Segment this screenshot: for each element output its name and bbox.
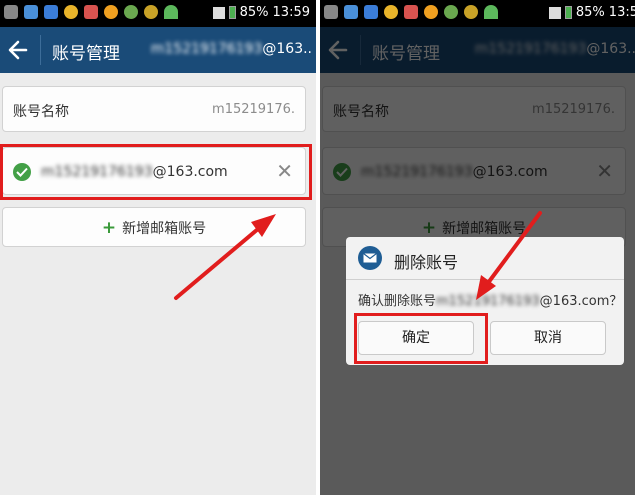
title-bar: 账号管理 m15219176193@163.. <box>0 27 316 73</box>
app-icon <box>84 5 98 19</box>
signal-icon <box>548 6 561 19</box>
clock: 13:59 <box>272 5 310 20</box>
app-icon <box>444 5 458 19</box>
plus-icon: + <box>101 218 117 238</box>
app-icon <box>384 5 398 19</box>
account-name-value: m15219176. <box>212 102 295 117</box>
status-right: 85% 13:59 <box>212 5 310 20</box>
title-account: m15219176193@163.. <box>151 41 312 57</box>
dialog-message: 确认删除账号m15219176193@163.com？ <box>358 290 622 309</box>
dialog-divider <box>346 279 624 280</box>
add-account-label: 新增邮箱账号 <box>122 221 207 237</box>
app-icon <box>104 5 118 19</box>
usb-icon <box>4 5 18 19</box>
notification-icons <box>324 5 498 19</box>
battery-icon <box>564 6 572 19</box>
add-account-content: + 新增邮箱账号 <box>3 218 305 238</box>
app-icon <box>364 5 378 19</box>
highlight-box-confirm <box>354 313 488 364</box>
status-bar: 85% 13:5 <box>320 0 635 27</box>
wifi-icon <box>484 5 498 19</box>
dialog-title: 删除账号 <box>394 253 459 272</box>
left-phone-screen: 85% 13:59 账号管理 m15219176193@163.. 账号名称 m… <box>0 0 316 495</box>
app-icon <box>124 5 138 19</box>
dialog-message-suffix: @163.com？ <box>539 294 623 309</box>
app-icon <box>464 5 478 19</box>
account-name-label: 账号名称 <box>13 104 69 120</box>
account-name-row[interactable]: 账号名称 m15219176. <box>2 86 306 132</box>
app-icon <box>64 5 78 19</box>
battery-icon <box>228 6 236 19</box>
battery-percent: 85% <box>239 5 269 20</box>
app-icon <box>44 5 58 19</box>
notification-icons <box>4 5 178 19</box>
title-divider <box>40 35 41 65</box>
app-icon <box>404 5 418 19</box>
status-right: 85% 13:5 <box>548 5 635 20</box>
page-title: 账号管理 <box>52 44 120 64</box>
title-account-hidden: m15219176193 <box>150 41 263 57</box>
highlight-box-account <box>0 144 312 200</box>
app-icon <box>424 5 438 19</box>
back-arrow-icon[interactable] <box>6 35 32 65</box>
app-icon <box>24 5 38 19</box>
wifi-icon <box>164 5 178 19</box>
usb-icon <box>324 5 338 19</box>
title-account-domain: @163.. <box>262 41 312 57</box>
add-account-button[interactable]: + 新增邮箱账号 <box>2 207 306 247</box>
battery-percent: 85% <box>575 5 605 20</box>
clock: 13:5 <box>608 5 635 20</box>
cancel-button[interactable]: 取消 <box>490 321 606 355</box>
dialog-message-prefix: 确认删除账号 <box>358 294 437 309</box>
dialog-message-hidden: m15219176193 <box>436 294 540 309</box>
status-bar: 85% 13:59 <box>0 0 316 27</box>
mail-icon <box>358 246 382 270</box>
right-phone-screen: 85% 13:5 账号管理 m15219176193@163.. 账号名称 m1… <box>320 0 635 495</box>
app-icon <box>344 5 358 19</box>
signal-icon <box>212 6 225 19</box>
app-icon <box>144 5 158 19</box>
